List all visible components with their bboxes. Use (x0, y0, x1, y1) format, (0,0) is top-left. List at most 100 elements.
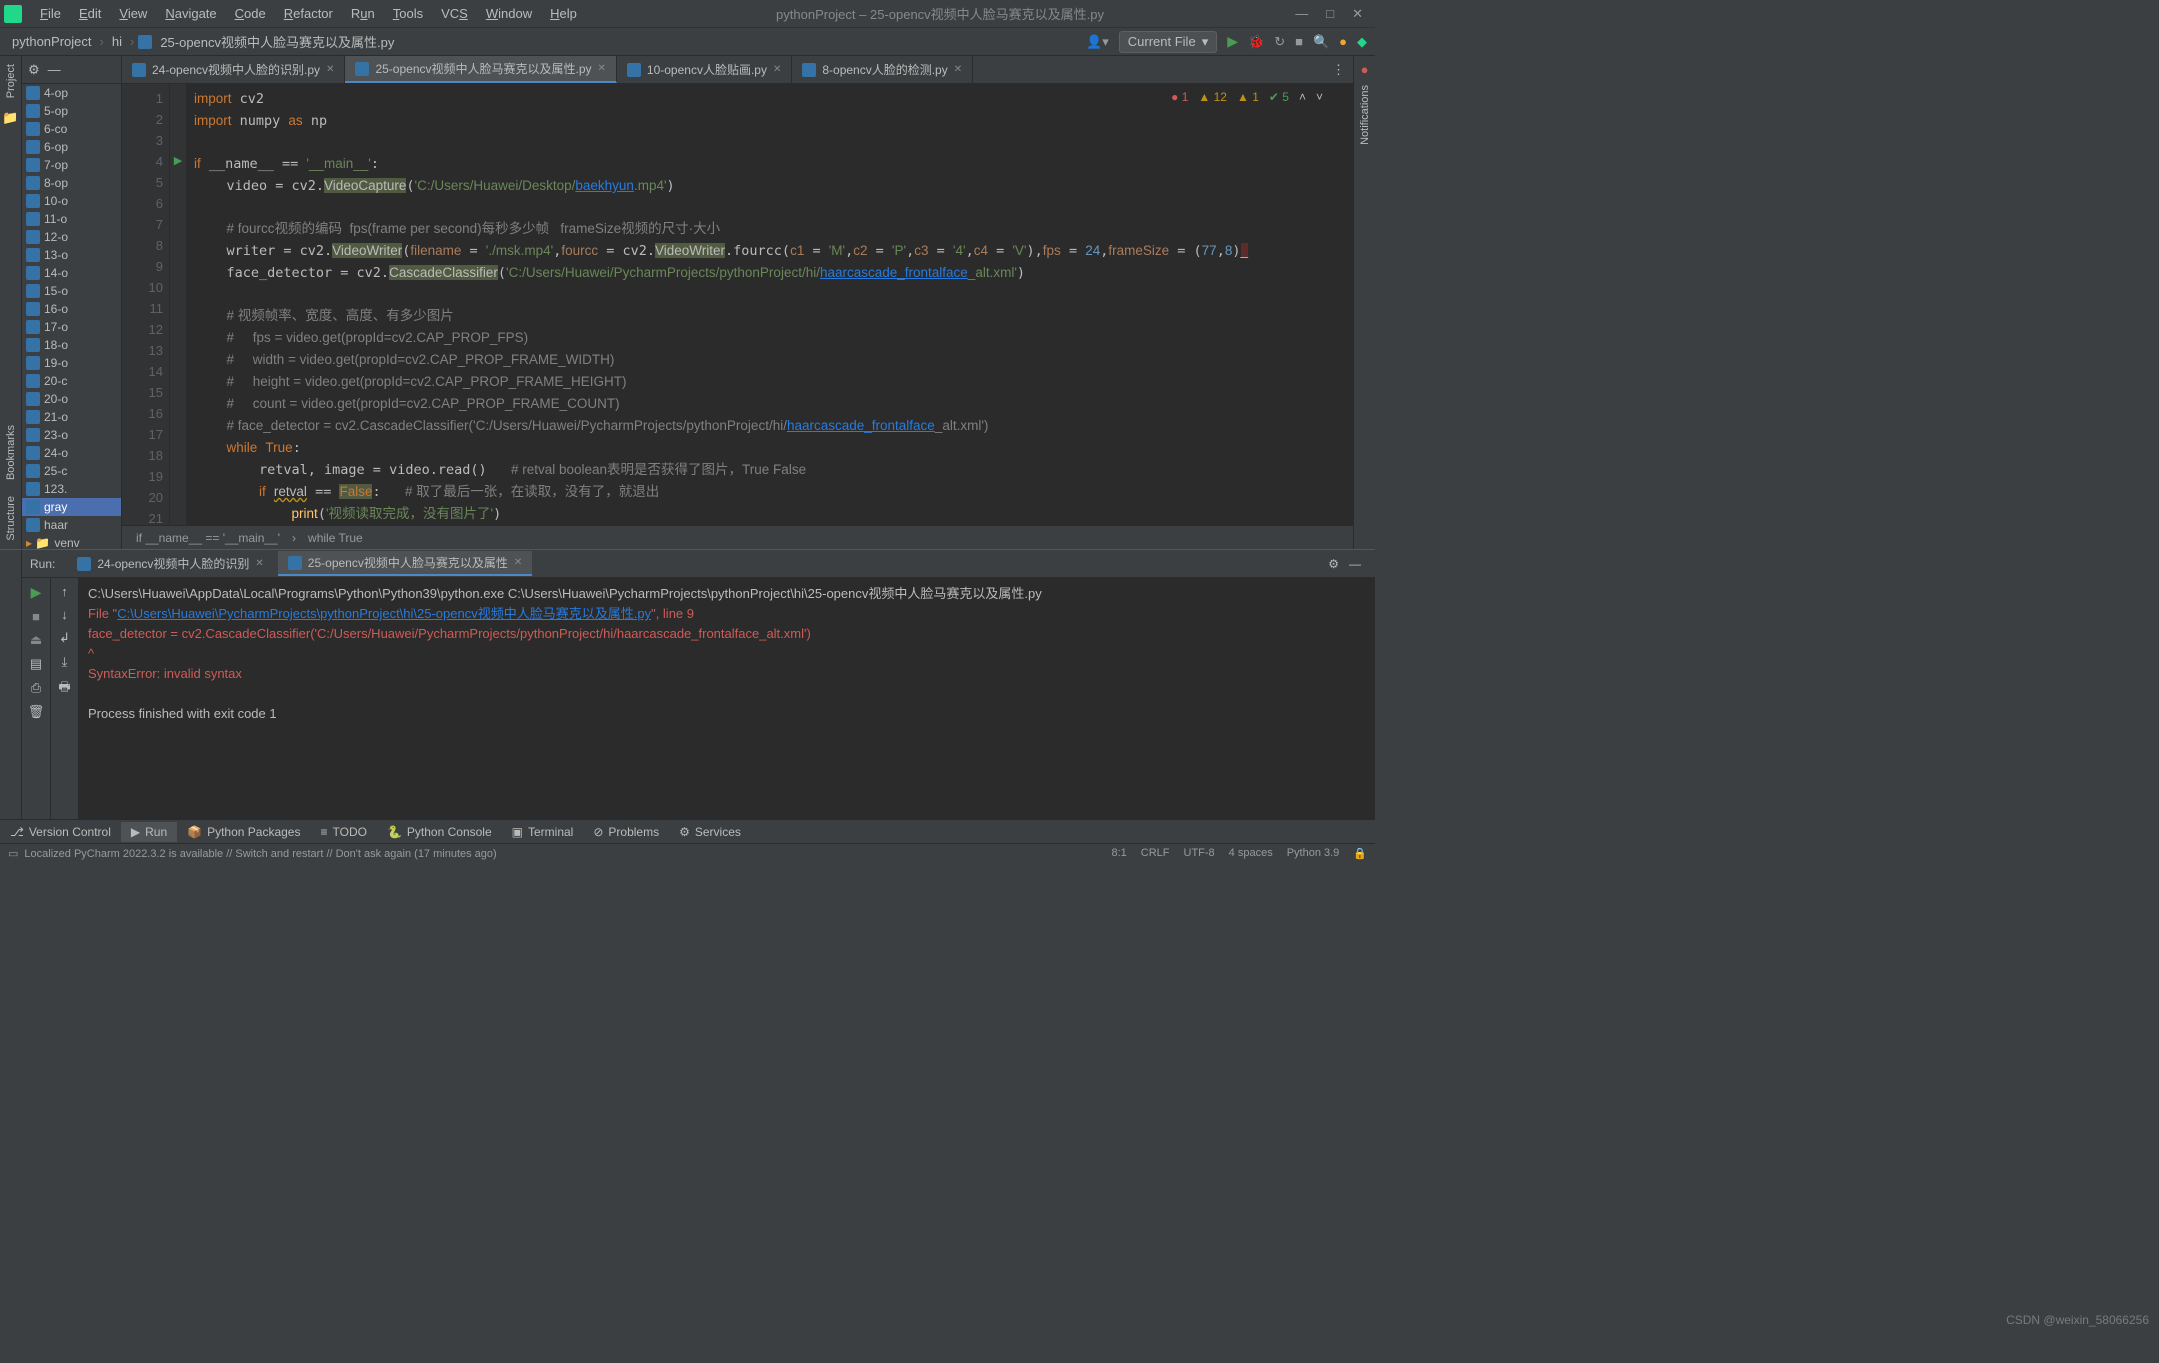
tree-item[interactable]: 6-op (22, 138, 121, 156)
tree-item[interactable]: 12-o (22, 228, 121, 246)
menu-window[interactable]: Window (478, 3, 540, 24)
tree-item[interactable]: 15-o (22, 282, 121, 300)
code-editor[interactable]: import cv2 import numpy as np if __name_… (186, 84, 1353, 525)
breadcrumb-folder[interactable]: hi (108, 32, 126, 51)
layout-button[interactable]: ▤ (30, 656, 42, 672)
chevron-up-icon[interactable]: ˄ (1299, 90, 1306, 104)
stop-button[interactable]: ■ (1295, 34, 1303, 49)
up-icon[interactable]: ↑ (61, 584, 68, 599)
editor-tab[interactable]: 10-opencv人脸贴画.py✕ (617, 56, 792, 83)
editor-tab[interactable]: 24-opencv视频中人脸的识别.py✕ (122, 56, 345, 83)
breadcrumb-file[interactable]: 25-opencv视频中人脸马赛克以及属性.py (156, 30, 398, 53)
menu-help[interactable]: Help (542, 3, 585, 24)
chevron-down-icon[interactable]: ˅ (1316, 90, 1323, 104)
close-icon[interactable]: ✕ (1352, 6, 1363, 22)
editor-tab[interactable]: 25-opencv视频中人脸马赛克以及属性.py✕ (345, 56, 616, 83)
tree-item[interactable]: 23-o (22, 426, 121, 444)
debug-button[interactable]: 🐞 (1248, 34, 1264, 50)
close-icon[interactable]: ✕ (255, 558, 263, 569)
close-icon[interactable]: ✕ (773, 64, 781, 75)
maximize-icon[interactable]: □ (1326, 6, 1334, 22)
menu-code[interactable]: Code (227, 3, 274, 24)
ide-update-icon[interactable]: ● (1339, 34, 1347, 49)
soft-wrap-icon[interactable]: ↲ (59, 630, 70, 646)
status-icon[interactable]: ▭ (8, 847, 18, 860)
file-link[interactable]: C:\Users\Huawei\PycharmProjects\pythonPr… (117, 606, 651, 621)
down-icon[interactable]: ↓ (61, 607, 68, 622)
run-tab-0[interactable]: 24-opencv视频中人脸的识别 ✕ (67, 552, 273, 575)
run-config-selector[interactable]: Current File ▾ (1119, 31, 1217, 53)
status-line-sep[interactable]: CRLF (1141, 847, 1170, 860)
bottom-tool-python-console[interactable]: 🐍Python Console (377, 822, 502, 842)
bottom-tool-terminal[interactable]: ▣Terminal (502, 822, 584, 842)
tree-item[interactable]: 16-o (22, 300, 121, 318)
bottom-tool-version-control[interactable]: ⎇Version Control (0, 822, 121, 842)
tree-item[interactable]: 21-o (22, 408, 121, 426)
scroll-to-end-icon[interactable]: ⤓ (62, 654, 68, 670)
trash-icon[interactable]: 🗑 (28, 704, 45, 720)
tree-item[interactable]: 19-o (22, 354, 121, 372)
bottom-tool-todo[interactable]: ≡TODO (310, 822, 376, 842)
tree-item[interactable]: 4-op (22, 84, 121, 102)
run-button[interactable]: ▶ (1227, 33, 1238, 50)
tree-item[interactable]: 8-op (22, 174, 121, 192)
minimize-icon[interactable]: — (1295, 6, 1308, 22)
menu-edit[interactable]: Edit (71, 3, 109, 24)
code-with-me-icon[interactable]: ◆ (1357, 34, 1367, 50)
pin-button[interactable]: ⎙ (31, 680, 41, 696)
inspection-summary[interactable]: ● 1 ▲ 12 ▲ 1 ✔ 5 ˄ ˅ (1165, 88, 1329, 106)
close-icon[interactable]: ✕ (514, 557, 522, 568)
status-interpreter[interactable]: Python 3.9 (1287, 847, 1340, 860)
tree-item[interactable]: 24-o (22, 444, 121, 462)
tree-item[interactable]: 14-o (22, 264, 121, 282)
status-message[interactable]: Localized PyCharm 2022.3.2 is available … (24, 848, 496, 860)
notifications-tool-tab[interactable]: Notifications (1357, 77, 1373, 153)
search-icon[interactable]: 🔍 (1313, 34, 1329, 50)
menu-tools[interactable]: Tools (385, 3, 431, 24)
bottom-tool-services[interactable]: ⚙Services (669, 822, 751, 842)
user-icon[interactable]: 👤▾ (1086, 34, 1109, 50)
print-icon[interactable]: 🖶 (58, 678, 70, 700)
tree-item[interactable]: 11-o (22, 210, 121, 228)
lock-icon[interactable]: 🔒 (1353, 847, 1367, 860)
notification-bell-icon[interactable]: ● (1361, 62, 1369, 77)
structure-tool-tab[interactable]: Structure (3, 488, 19, 549)
folder-icon[interactable]: 📁 (2, 110, 18, 126)
tab-list-icon[interactable]: ⋮ (1324, 62, 1353, 78)
run-console[interactable]: C:\Users\Huawei\AppData\Local\Programs\P… (78, 578, 1375, 819)
tree-item[interactable]: 6-co (22, 120, 121, 138)
rerun-button[interactable]: ▶ (31, 584, 42, 601)
menu-navigate[interactable]: Navigate (157, 3, 224, 24)
menu-refactor[interactable]: Refactor (276, 3, 341, 24)
bottom-tool-problems[interactable]: ⊘Problems (583, 822, 669, 842)
tree-item[interactable]: 18-o (22, 336, 121, 354)
tree-item[interactable]: 7-op (22, 156, 121, 174)
tree-item[interactable]: 123. (22, 480, 121, 498)
run-tab-1[interactable]: 25-opencv视频中人脸马赛克以及属性 ✕ (278, 551, 532, 576)
breadcrumb-scope-1[interactable]: if __name__ == '__main__' (130, 529, 286, 547)
status-encoding[interactable]: UTF-8 (1184, 847, 1215, 860)
tree-item[interactable]: haar (22, 516, 121, 534)
bookmarks-tool-tab[interactable]: Bookmarks (3, 417, 19, 488)
tree-item[interactable]: gray (22, 498, 121, 516)
tree-item[interactable]: 20-c (22, 372, 121, 390)
tree-item[interactable]: ▸ 📁venv (22, 534, 121, 549)
tree-item[interactable]: 25-c (22, 462, 121, 480)
status-indent[interactable]: 4 spaces (1229, 847, 1273, 860)
menu-view[interactable]: View (111, 3, 155, 24)
close-icon[interactable]: ✕ (598, 63, 606, 74)
menu-file[interactable]: File (32, 3, 69, 24)
gear-icon[interactable]: ⚙ (1328, 557, 1339, 571)
tree-item[interactable]: 5-op (22, 102, 121, 120)
exit-button[interactable]: ⏏ (30, 632, 42, 648)
tree-item[interactable]: 20-o (22, 390, 121, 408)
tree-item[interactable]: 17-o (22, 318, 121, 336)
menu-run[interactable]: Run (343, 3, 383, 24)
gear-icon[interactable]: ⚙ (28, 62, 40, 78)
menu-vcs[interactable]: VCS (433, 3, 476, 24)
breadcrumb-scope-2[interactable]: while True (302, 529, 369, 547)
tree-item[interactable]: 10-o (22, 192, 121, 210)
tree-item[interactable]: 13-o (22, 246, 121, 264)
stop-button[interactable]: ■ (32, 609, 40, 624)
editor-tab[interactable]: 8-opencv人脸的检测.py✕ (792, 56, 973, 83)
